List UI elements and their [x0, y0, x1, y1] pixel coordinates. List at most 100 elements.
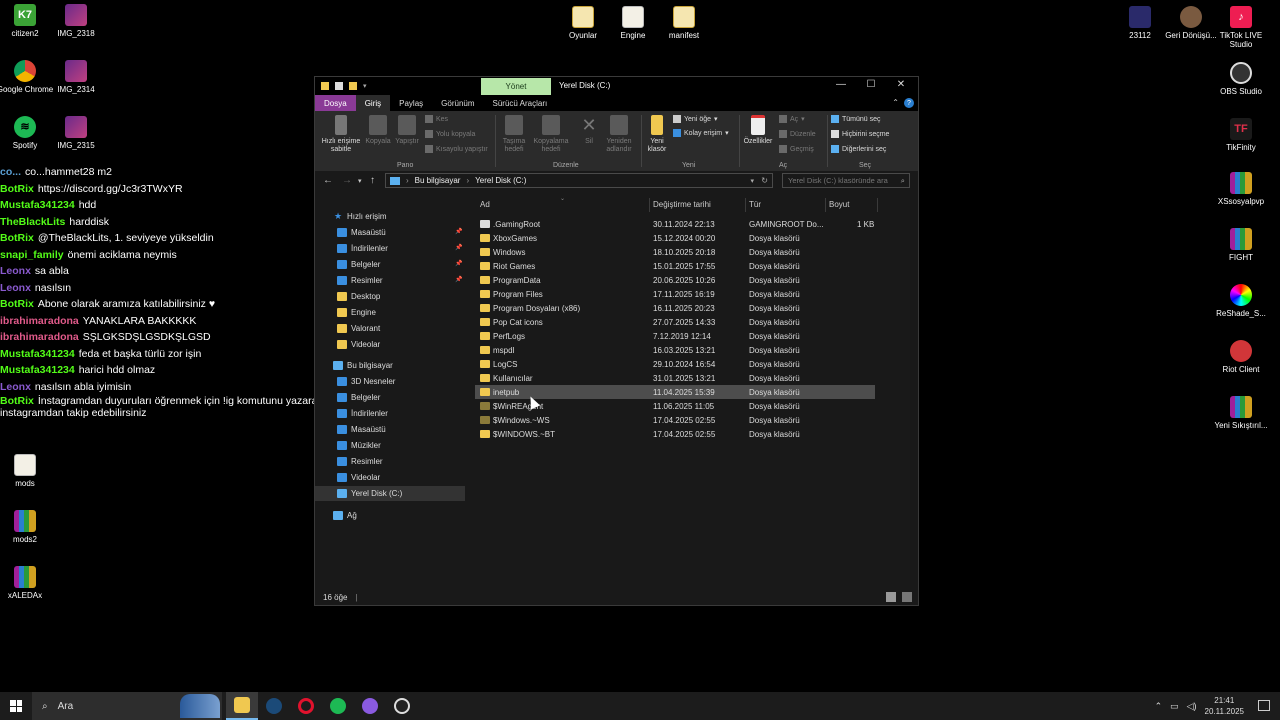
desktop-icon-yeni-sikistirilmis[interactable]: Yeni Sıkıştırıl...: [1208, 396, 1274, 430]
nav-item-pc-4[interactable]: Müzikler: [337, 438, 381, 453]
delete-button[interactable]: ✕ Sil: [577, 115, 601, 146]
copy-to-button[interactable]: Kopyalama hedefi: [531, 115, 571, 154]
nav-item-quick-3[interactable]: Resimler: [337, 273, 383, 288]
tab-share[interactable]: Paylaş: [390, 95, 432, 111]
tab-file[interactable]: Dosya: [315, 95, 356, 111]
back-arrow-icon[interactable]: ←: [323, 175, 333, 186]
file-row[interactable]: ProgramData 20.06.2025 10:26 Dosya klasörü: [475, 273, 875, 287]
nav-item-quick-0[interactable]: Masaüstü: [337, 225, 386, 240]
network-icon[interactable]: ▭: [1170, 701, 1179, 712]
forward-arrow-icon[interactable]: →: [342, 175, 352, 186]
file-row[interactable]: Windows 18.10.2025 20:18 Dosya klasörü: [475, 245, 875, 259]
nav-item-pc-7[interactable]: Yerel Disk (C:): [315, 486, 465, 501]
taskbar-discord[interactable]: [354, 692, 386, 720]
desktop-icon-xssosyalpvp[interactable]: XSsosyalpvp: [1208, 172, 1274, 206]
desktop-icon-manifest[interactable]: manifest: [651, 6, 717, 40]
nav-item-quick-1[interactable]: İndirilenler: [337, 241, 388, 256]
chevron-up-icon[interactable]: ⌃: [892, 98, 899, 108]
desktop-icon-xaledax[interactable]: xALEDAx: [0, 566, 58, 600]
file-row[interactable]: LogCS 29.10.2024 16:54 Dosya klasörü: [475, 357, 875, 371]
file-explorer-window[interactable]: ▾ Yönet Yerel Disk (C:) — ☐ ✕ Dosya Giri…: [314, 76, 919, 606]
select-none-button[interactable]: Hiçbirini seçme: [831, 130, 889, 138]
nav-item-quick-2[interactable]: Belgeler: [337, 257, 380, 272]
properties-icon[interactable]: [335, 82, 343, 90]
pin-quick-access-button[interactable]: Hızlı erişime sabitle: [319, 115, 363, 154]
address-dropdown-icon[interactable]: ▾: [750, 177, 754, 185]
search-input[interactable]: Yerel Disk (C:) klasöründe ara ⌕: [782, 173, 910, 188]
paste-shortcut-button[interactable]: Kısayolu yapıştır: [425, 145, 488, 153]
nav-item-quick-6[interactable]: Valorant: [337, 321, 380, 336]
file-row[interactable]: .GamingRoot 30.11.2024 22:13 GAMINGROOT Do…: [475, 217, 875, 231]
column-size[interactable]: Boyut: [829, 200, 849, 209]
copy-path-button[interactable]: Yolu kopyala: [425, 130, 475, 138]
taskbar-obs[interactable]: [386, 692, 418, 720]
chevron-down-icon[interactable]: ▾: [363, 82, 369, 90]
desktop-icon-img2315[interactable]: IMG_2315: [43, 116, 109, 150]
rename-button[interactable]: Yeniden adlandır: [601, 115, 637, 154]
file-row[interactable]: Kullanıcılar 31.01.2025 13:21 Dosya klasör…: [475, 371, 875, 385]
file-row[interactable]: mspdl 16.03.2025 13:21 Dosya klasörü: [475, 343, 875, 357]
taskbar-steam[interactable]: [258, 692, 290, 720]
nav-quick-access[interactable]: ★ Hızlı erişim: [333, 209, 387, 224]
properties-button[interactable]: Özellikler: [741, 115, 775, 146]
details-view-icon[interactable]: [886, 592, 896, 602]
help-icon[interactable]: ?: [904, 98, 914, 108]
file-row[interactable]: $Windows.~WS 17.04.2025 02:55 Dosya klasör…: [475, 413, 875, 427]
desktop-icon-mods2[interactable]: mods2: [0, 510, 58, 544]
nav-item-quick-5[interactable]: Engine: [337, 305, 376, 320]
start-button[interactable]: [0, 692, 32, 720]
close-button[interactable]: ✕: [886, 79, 916, 90]
edit-button[interactable]: Düzenle: [779, 130, 816, 138]
desktop-icon-riot-client[interactable]: Riot Client: [1208, 340, 1274, 374]
desktop-icon-img2318[interactable]: IMG_2318: [43, 4, 109, 38]
select-all-button[interactable]: Tümünü seç: [831, 115, 881, 123]
file-row[interactable]: Pop Cat icons 27.07.2025 14:33 Dosya klasö…: [475, 315, 875, 329]
nav-item-pc-1[interactable]: Belgeler: [337, 390, 380, 405]
file-row[interactable]: Riot Games 15.01.2025 17:55 Dosya klasörü: [475, 259, 875, 273]
tab-manage[interactable]: Yönet: [481, 78, 551, 95]
new-folder-button[interactable]: Yeni klasör: [643, 115, 671, 154]
desktop-icon-img2314[interactable]: IMG_2314: [43, 60, 109, 94]
column-type[interactable]: Tür: [749, 200, 761, 209]
copy-button[interactable]: Kopyala: [363, 115, 393, 146]
clock[interactable]: 21:41 20.11.2025: [1205, 695, 1244, 717]
move-to-button[interactable]: Taşıma hedefi: [497, 115, 531, 154]
file-row[interactable]: XboxGames 15.12.2024 00:20 Dosya klasörü: [475, 231, 875, 245]
chevron-up-icon[interactable]: ⌃: [1155, 701, 1163, 712]
nav-item-quick-4[interactable]: Desktop: [337, 289, 380, 304]
easy-access-button[interactable]: Kolay erişim ▾: [673, 129, 729, 137]
taskbar-search[interactable]: ⌕ Ara: [32, 692, 222, 720]
title-bar[interactable]: ▾ Yönet Yerel Disk (C:) — ☐ ✕: [315, 77, 918, 95]
maximize-button[interactable]: ☐: [856, 79, 886, 90]
minimize-button[interactable]: —: [826, 79, 856, 90]
taskbar-spotify[interactable]: [322, 692, 354, 720]
up-arrow-icon[interactable]: ↑: [370, 175, 375, 186]
breadcrumb-local-disk[interactable]: Yerel Disk (C:): [475, 176, 526, 185]
nav-item-pc-0[interactable]: 3D Nesneler: [337, 374, 395, 389]
file-row[interactable]: Program Files 17.11.2025 16:19 Dosya klasö…: [475, 287, 875, 301]
tab-home[interactable]: Giriş: [355, 95, 391, 111]
notification-icon[interactable]: [1258, 700, 1270, 711]
file-row[interactable]: $WINDOWS.~BT 17.04.2025 02:55 Dosya klasör…: [475, 427, 875, 441]
invert-selection-button[interactable]: Diğerlerini seç: [831, 145, 886, 153]
nav-item-pc-5[interactable]: Resimler: [337, 454, 383, 469]
open-button[interactable]: Aç ▾: [779, 115, 805, 123]
nav-item-pc-6[interactable]: Videolar: [337, 470, 380, 485]
taskbar-file-explorer[interactable]: [226, 692, 258, 720]
refresh-icon[interactable]: ↻: [761, 176, 768, 185]
tab-drive-tools[interactable]: Sürücü Araçları: [484, 95, 557, 111]
column-name[interactable]: Ad: [480, 200, 490, 209]
column-date[interactable]: Değiştirme tarihi: [653, 200, 711, 209]
desktop-icon-tiktok-live[interactable]: ♪ TikTok LIVE Studio: [1208, 6, 1274, 49]
nav-network[interactable]: Ağ: [333, 508, 357, 523]
desktop-icon-obs[interactable]: OBS Studio: [1208, 62, 1274, 96]
nav-this-pc[interactable]: Bu bilgisayar: [333, 358, 393, 373]
nav-item-quick-7[interactable]: Videolar: [337, 337, 380, 352]
desktop-icon-mods[interactable]: mods: [0, 454, 58, 488]
new-item-button[interactable]: Yeni öğe ▾: [673, 115, 718, 123]
volume-icon[interactable]: ◁): [1187, 701, 1197, 712]
nav-item-pc-3[interactable]: Masaüstü: [337, 422, 386, 437]
paste-button[interactable]: Yapıştır: [393, 115, 421, 146]
tab-view[interactable]: Görünüm: [432, 95, 483, 111]
desktop-icon-tikfinity[interactable]: TF TikFinity: [1208, 118, 1274, 152]
